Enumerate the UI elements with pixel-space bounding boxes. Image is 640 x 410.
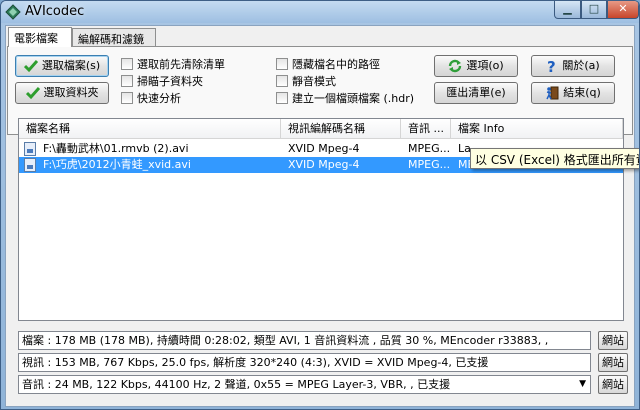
options-label: 選項(o) <box>466 59 504 72</box>
select-files-label: 選取檔案(s) <box>41 59 101 72</box>
window-title: AVIcodec <box>25 4 85 19</box>
column-header-file-info[interactable]: 檔案 Info <box>451 119 623 139</box>
web-button-audio[interactable]: 網站 <box>598 375 628 394</box>
file-name: F:\巧虎\2012小青蛙_xvid.avi <box>43 158 191 171</box>
about-button[interactable]: ? 關於(a) <box>531 55 615 77</box>
checkbox-label: 隱藏檔名中的路徑 <box>292 58 380 71</box>
main-panel: 電影檔案 編解碼和濾鏡 選取檔案(s) 選取資料夾 選取前先清除清單 掃瞄子資料… <box>5 25 635 407</box>
options-button[interactable]: 選項(o) <box>434 55 518 77</box>
checkbox-box[interactable] <box>121 92 133 104</box>
checkbox-label: 掃瞄子資料夾 <box>137 75 203 88</box>
tab-movie-files[interactable]: 電影檔案 <box>8 27 72 47</box>
green-check-icon <box>25 87 40 100</box>
select-folder-label: 選取資料夾 <box>43 86 99 99</box>
checkbox-fast-analysis[interactable]: 快速分析 <box>121 90 181 105</box>
file-summary: 檔案 : 178 MB (178 MB), 持續時間 0:28:02, 類型 A… <box>18 331 591 350</box>
checkbox-box[interactable] <box>276 75 288 87</box>
web-button-file[interactable]: 網站 <box>598 331 628 350</box>
checkbox-scan-subfolders[interactable]: 掃瞄子資料夾 <box>121 73 203 88</box>
app-window: AVIcodec ▁ □ ✕ 電影檔案 編解碼和濾鏡 選取檔案(s) 選取資料夾… <box>0 0 640 410</box>
question-mark-icon: ? <box>547 59 556 73</box>
checkbox-box[interactable] <box>121 75 133 87</box>
tab-codecs-filters[interactable]: 編解碼和濾鏡 <box>72 28 156 46</box>
checkbox-create-hdr[interactable]: 建立一個檔頭檔案 (.hdr) <box>276 90 415 105</box>
avicodec-app-icon <box>5 4 21 20</box>
checkbox-label: 靜音模式 <box>292 75 336 88</box>
file-name: F:\轟動武林\01.rmvb (2).avi <box>43 142 189 155</box>
audio-codec: MPEG... <box>408 142 450 155</box>
web-button-video[interactable]: 網站 <box>598 353 628 372</box>
dropdown-arrow-icon[interactable]: ▼ <box>579 376 586 393</box>
checkbox-label: 快速分析 <box>137 92 181 105</box>
checkbox-box[interactable] <box>276 58 288 70</box>
minimize-button[interactable]: ▁ <box>554 1 581 19</box>
checkbox-label: 選取前先清除清單 <box>137 58 225 71</box>
checkbox-silent-mode[interactable]: 靜音模式 <box>276 73 336 88</box>
checkbox-box[interactable] <box>276 92 288 104</box>
select-folder-button[interactable]: 選取資料夾 <box>15 82 109 104</box>
video-codec: XVID Mpeg-4 <box>288 158 360 171</box>
audio-codec: MPEG... <box>408 158 450 171</box>
audio-summary-text: 音訊 : 24 MB, 122 Kbps, 44100 Hz, 2 聲道, 0x… <box>22 378 451 391</box>
title-bar[interactable]: AVIcodec ▁ □ ✕ <box>1 1 639 23</box>
close-button[interactable]: ✕ <box>607 1 639 19</box>
export-list-button[interactable]: 匯出清單(e) <box>434 82 518 104</box>
export-tooltip: 以 CSV (Excel) 格式匯出所有資 <box>470 148 639 169</box>
green-check-icon <box>23 60 38 73</box>
checkbox-hide-path[interactable]: 隱藏檔名中的路徑 <box>276 56 380 71</box>
video-summary: 視訊 : 153 MB, 767 Kbps, 25.0 fps, 解析度 320… <box>18 353 591 372</box>
checkbox-clear-list[interactable]: 選取前先清除清單 <box>121 56 225 71</box>
about-label: 關於(a) <box>562 59 600 72</box>
export-list-label: 匯出清單(e) <box>446 86 506 99</box>
checkbox-box[interactable] <box>121 58 133 70</box>
column-header-filename[interactable]: 檔案名稱 <box>19 119 281 139</box>
audio-summary[interactable]: 音訊 : 24 MB, 122 Kbps, 44100 Hz, 2 聲道, 0x… <box>18 375 591 394</box>
exit-label: 結束(q) <box>563 86 601 99</box>
refresh-icon <box>449 59 462 73</box>
video-codec: XVID Mpeg-4 <box>288 142 360 155</box>
video-file-icon <box>24 158 36 172</box>
video-file-icon <box>24 142 36 156</box>
select-files-button[interactable]: 選取檔案(s) <box>15 55 109 77</box>
exit-button[interactable]: 結束(q) <box>531 82 615 104</box>
column-header-audio[interactable]: 音訊 ... <box>401 119 451 139</box>
maximize-button[interactable]: □ <box>581 1 607 19</box>
exit-door-icon <box>546 86 559 100</box>
checkbox-label: 建立一個檔頭檔案 (.hdr) <box>292 92 415 105</box>
column-header-video-codec[interactable]: 視訊編解碼名稱 <box>281 119 401 139</box>
svg-text:?: ? <box>547 59 556 73</box>
